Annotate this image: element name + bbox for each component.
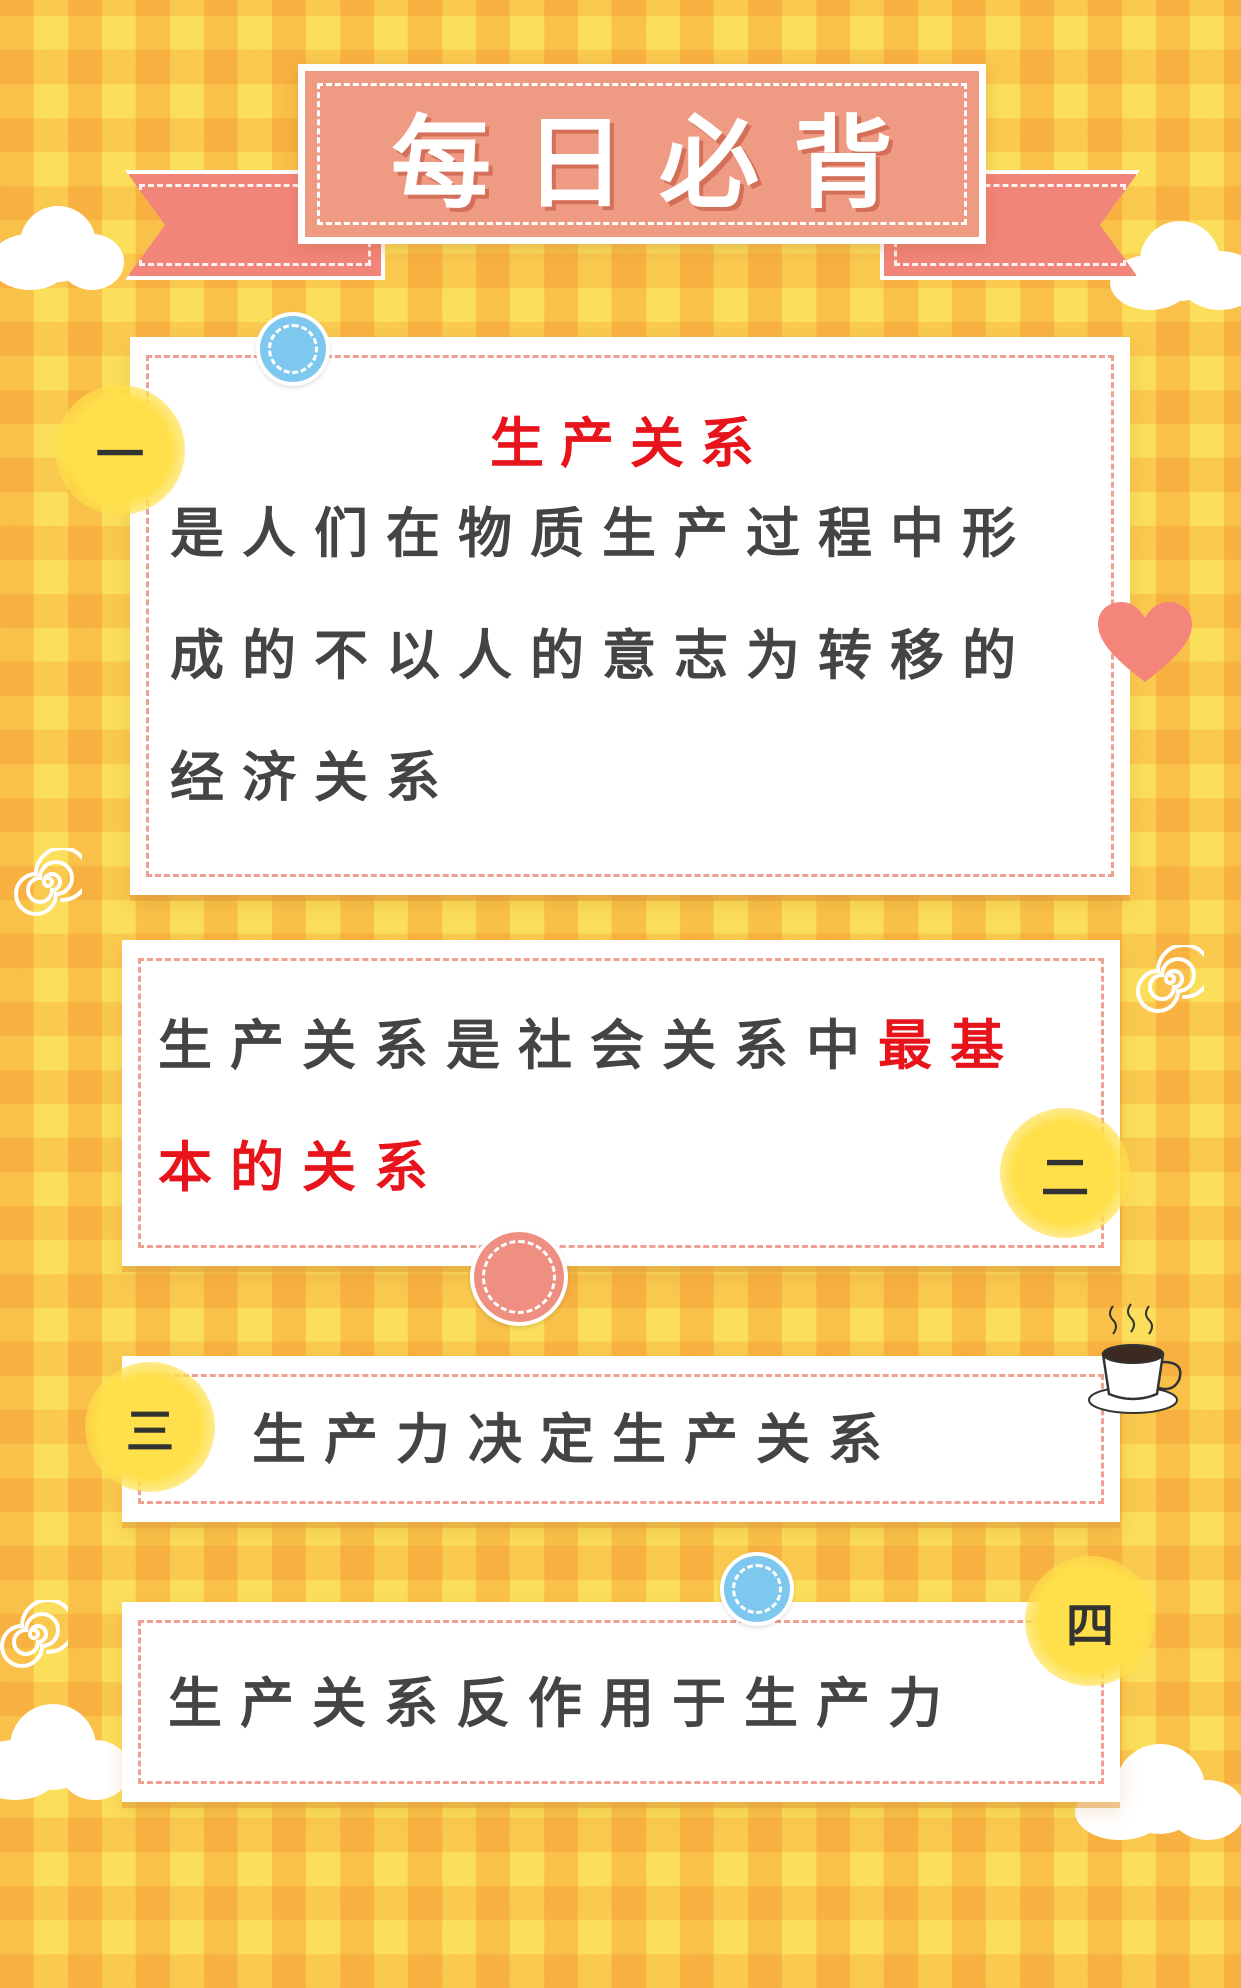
number-badge-3: 三 [85,1362,215,1492]
card-4: 生产关系反作用于生产力 [122,1602,1120,1802]
swirl-icon [0,1600,68,1668]
header-title-banner: 每日必背 [298,64,986,244]
card-1-line-1: 是人们在物质生产过程中形 [170,501,1034,565]
number-badge-2-label: 二 [1040,1150,1089,1206]
number-badge-1: 一 [55,385,185,515]
pin-icon [470,1228,568,1326]
number-badge-4-label: 四 [1065,1598,1114,1654]
swirl-icon [14,848,82,916]
card-2-body: 生产关系是社会关系中最基 本的关系 [158,984,1098,1228]
card-2-highlight-2: 本的关系 [158,1135,446,1199]
card-1-body: 是人们在物质生产过程中形 成的不以人的意志为转移的 经济关系 [170,472,1110,838]
card-1: 生产关系 是人们在物质生产过程中形 成的不以人的意志为转移的 经济关系 [130,337,1130,895]
card-3: 生产力决定生产关系 [122,1356,1120,1522]
swirl-icon [1136,945,1204,1013]
number-badge-3-label: 三 [125,1404,174,1460]
card-1-line-3: 经济关系 [170,745,458,809]
cloud-top-left [0,200,130,290]
number-badge-2: 二 [1000,1108,1130,1238]
pin-icon [720,1552,794,1626]
card-2-text: 生产关系是社会关系中 [158,1013,878,1077]
coffee-cup-icon [1088,1303,1182,1414]
number-badge-4: 四 [1025,1556,1155,1686]
page-title: 每日必背 [391,103,927,222]
cloud-bottom-left [0,1700,130,1800]
card-4-text: 生产关系反作用于生产力 [168,1671,960,1735]
card-2-highlight-1: 最基 [878,1013,1022,1077]
pin-icon [256,312,330,386]
card-1-title: 生产关系 [490,411,770,475]
card-3-text: 生产力决定生产关系 [252,1407,900,1471]
heart-icon [1098,602,1192,682]
card-1-line-2: 成的不以人的意志为转移的 [170,623,1034,687]
number-badge-1-label: 一 [95,427,144,483]
card-2: 生产关系是社会关系中最基 本的关系 [122,940,1120,1266]
cloud-top-right [1110,215,1241,310]
